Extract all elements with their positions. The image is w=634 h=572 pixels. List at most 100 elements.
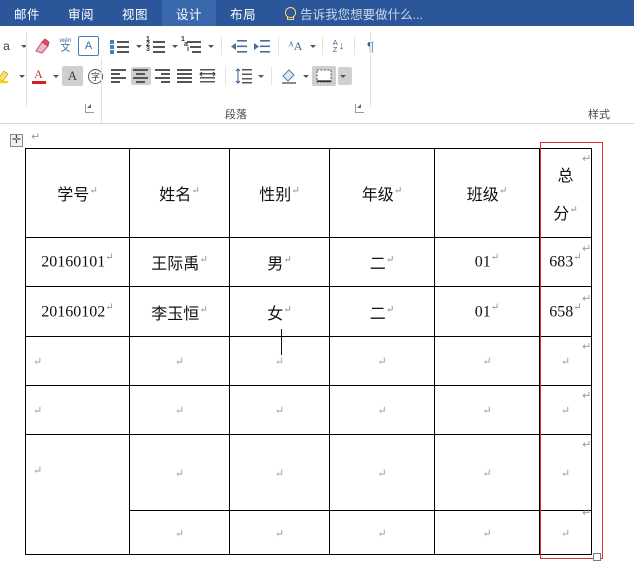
cell-text: 女 xyxy=(267,305,284,323)
table-header-row[interactable]: 学号↵ 姓名↵ 性别↵ 年级↵ 班级↵ 总 分 ↵ xyxy=(25,148,592,238)
pilcrow-icon: ↵ xyxy=(105,252,114,264)
header-cell-student-id[interactable]: 学号↵ xyxy=(25,148,130,238)
cell-class[interactable]: 01↵ xyxy=(434,286,540,337)
multilevel-list-button[interactable]: 1 a i xyxy=(181,36,204,55)
cell-name[interactable]: ↵ xyxy=(129,510,230,555)
table-row[interactable]: 20160102↵ 李玉恒↵ 女↵ 二↵ 01↵ 658↵ xyxy=(25,286,592,337)
align-right-button[interactable] xyxy=(153,67,173,85)
tab-mail[interactable]: 邮件 xyxy=(0,0,54,26)
tell-me-search[interactable]: 告诉我您想要做什么... xyxy=(270,0,433,26)
cell-name[interactable]: 李玉恒↵ xyxy=(129,286,230,337)
cell-class[interactable]: ↵ xyxy=(434,434,540,511)
cell-gender[interactable]: ↵ xyxy=(229,510,330,555)
header-cell-class[interactable]: 班级↵ xyxy=(434,148,540,238)
cell-gender[interactable]: ↵ xyxy=(229,434,330,511)
cell-text: 683 xyxy=(549,253,574,271)
cell-gender[interactable]: 女↵ xyxy=(229,286,330,337)
font-size-dropdown[interactable]: a xyxy=(0,36,17,56)
cell-text: 学号 xyxy=(57,187,90,204)
font-color-icon[interactable]: A xyxy=(28,66,49,86)
cell-gender[interactable]: 男↵ xyxy=(229,237,330,287)
table-row[interactable]: ↵ ↵ ↵ ↵ ↵ ↵ xyxy=(25,385,592,435)
multilevel-chevron-icon[interactable] xyxy=(206,37,215,55)
cell-student-id[interactable]: 20160101↵ xyxy=(25,237,130,287)
row-end-mark: ↵ xyxy=(582,293,592,305)
cell-class[interactable]: ↵ xyxy=(434,336,540,386)
cell-grade[interactable]: 二↵ xyxy=(329,237,435,287)
sort-button[interactable]: AZ ↓ xyxy=(328,36,349,56)
phonetic-guide-icon[interactable]: wén 文 xyxy=(55,36,76,56)
bullets-chevron-icon[interactable] xyxy=(134,37,143,55)
student-score-table[interactable]: 学号↵ 姓名↵ 性别↵ 年级↵ 班级↵ 总 分↵ 20160101↵ 王际禹↵ … xyxy=(25,148,592,555)
cell-text-line1: 总 xyxy=(557,168,574,185)
distribute-glyph xyxy=(199,69,216,83)
cell-grade[interactable]: ↵ xyxy=(329,434,435,511)
line-spacing-button[interactable] xyxy=(233,66,254,86)
cell-student-id[interactable]: 20160102↵ xyxy=(25,286,130,337)
pilcrow-icon: ↵ xyxy=(199,254,208,266)
cell-name[interactable]: ↵ xyxy=(129,434,230,511)
shading-button[interactable] xyxy=(278,66,299,86)
cell-gender[interactable]: ↵ xyxy=(229,385,330,435)
tab-layout[interactable]: 布局 xyxy=(216,0,270,26)
pilcrow-icon: ↵ xyxy=(33,356,43,368)
row-end-mark: ↵ xyxy=(582,439,592,451)
font-color-chevron-icon[interactable] xyxy=(51,67,60,85)
pilcrow-icon: ↵ xyxy=(490,301,500,313)
justify-button[interactable] xyxy=(175,67,195,85)
cell-text-line2: 分 xyxy=(553,206,570,223)
pilcrow-icon: ↵ xyxy=(89,185,98,197)
font-dialog-launcher[interactable] xyxy=(85,104,94,113)
text-cursor xyxy=(281,329,283,355)
cell-class[interactable]: ↵ xyxy=(434,510,540,555)
cell-name[interactable]: ↵ xyxy=(129,385,230,435)
paragraph-dialog-launcher[interactable] xyxy=(355,104,364,113)
tab-review[interactable]: 审阅 xyxy=(54,0,108,26)
cell-student-id-merged[interactable]: ↵ xyxy=(25,434,130,555)
cell-name[interactable]: ↵ xyxy=(129,336,230,386)
increase-indent-button[interactable] xyxy=(251,36,272,56)
tab-design[interactable]: 设计 xyxy=(162,0,217,26)
shading-chevron-icon[interactable] xyxy=(301,67,310,85)
header-cell-gender[interactable]: 性别↵ xyxy=(229,148,330,238)
cell-gender[interactable]: ↵ xyxy=(229,336,330,386)
cell-class[interactable]: ↵ xyxy=(434,385,540,435)
highlight-chevron-icon[interactable] xyxy=(17,67,26,85)
line-spacing-chevron-icon[interactable] xyxy=(256,67,265,85)
table-row[interactable]: ↵ ↵ ↵ ↵ ↵ ↵ xyxy=(25,434,592,555)
tool-divider xyxy=(221,37,222,55)
cell-grade[interactable]: 二↵ xyxy=(329,286,435,337)
cell-student-id[interactable]: ↵ xyxy=(25,385,130,435)
document-canvas[interactable]: ✛ ↵ 学号↵ 姓名↵ 性别↵ 年级↵ 班级↵ 总 分↵ 20160101↵ 王… xyxy=(0,124,634,572)
cell-text: 二 xyxy=(369,256,386,273)
table-resize-handle[interactable] xyxy=(593,553,601,561)
table-move-handle[interactable]: ✛ xyxy=(10,134,23,147)
align-left-button[interactable] xyxy=(109,67,129,85)
cell-class[interactable]: 01↵ xyxy=(434,237,540,287)
tab-view[interactable]: 视图 xyxy=(108,0,162,26)
header-cell-grade[interactable]: 年级↵ xyxy=(329,148,435,238)
cell-name[interactable]: 王际禹↵ xyxy=(129,237,230,287)
row-end-mark: ↵ xyxy=(582,507,592,519)
text-effects-icon[interactable]: A xyxy=(62,66,83,86)
table-row[interactable]: 20160101↵ 王际禹↵ 男↵ 二↵ 01↵ 683↵ xyxy=(25,237,592,287)
distribute-button[interactable] xyxy=(197,66,218,86)
asian-layout-button[interactable]: ᴬA xyxy=(285,36,306,56)
header-cell-name[interactable]: 姓名↵ xyxy=(129,148,230,238)
cell-grade[interactable]: ↵ xyxy=(329,510,435,555)
text-highlight-color-icon[interactable] xyxy=(0,66,15,86)
borders-chevron-icon[interactable] xyxy=(338,67,352,85)
cell-student-id[interactable]: ↵ xyxy=(25,336,130,386)
align-center-button[interactable] xyxy=(131,67,151,85)
cell-grade[interactable]: ↵ xyxy=(329,385,435,435)
table-row[interactable]: ↵ ↵ ↵ ↵ ↵ ↵ xyxy=(25,336,592,386)
decrease-indent-button[interactable] xyxy=(228,36,249,56)
clear-formatting-icon[interactable] xyxy=(32,36,53,56)
numbering-chevron-icon[interactable] xyxy=(170,37,179,55)
borders-button[interactable] xyxy=(312,66,336,86)
asian-layout-chevron-icon[interactable] xyxy=(308,37,317,55)
numbering-button[interactable]: 1 2 3 xyxy=(145,36,168,55)
bullets-button[interactable] xyxy=(109,37,132,55)
cell-grade[interactable]: ↵ xyxy=(329,336,435,386)
character-border-icon[interactable]: A xyxy=(78,36,99,56)
